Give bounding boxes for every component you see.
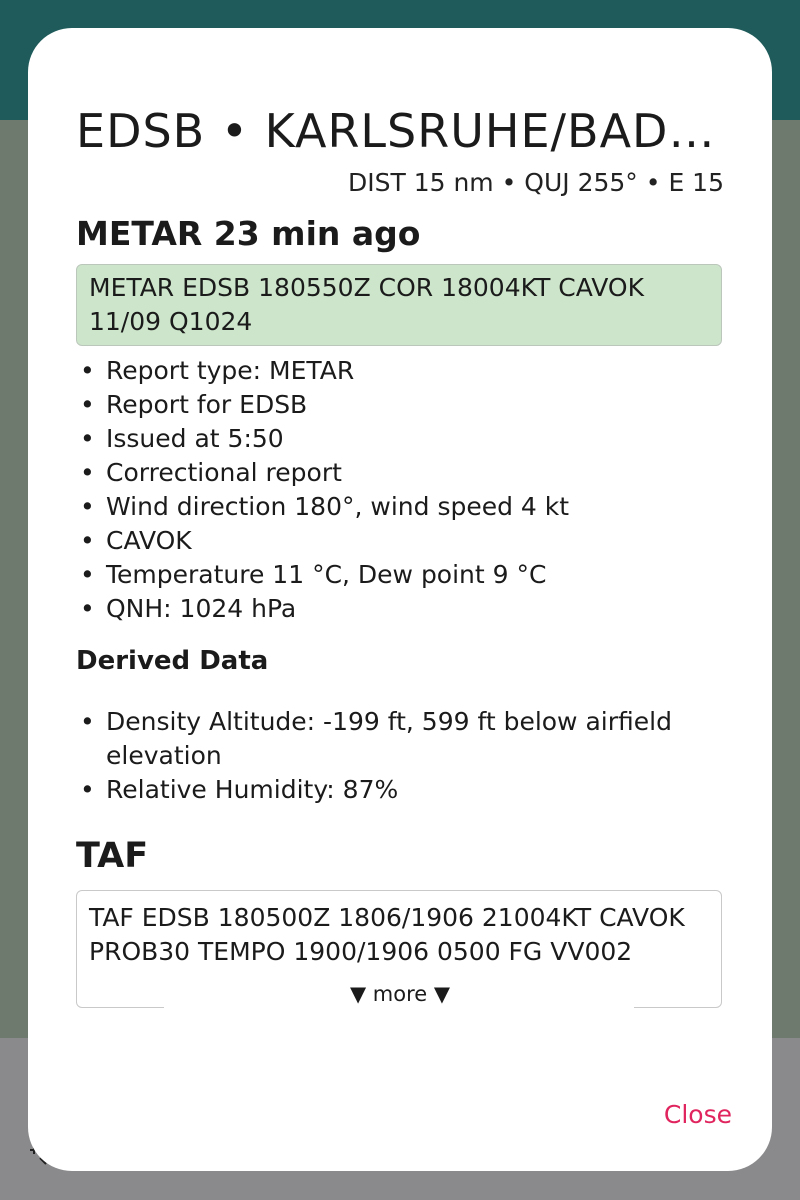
list-item: QNH: 1024 hPa xyxy=(76,592,736,626)
close-button[interactable]: Close xyxy=(664,1100,732,1129)
list-item: Report type: METAR xyxy=(76,354,736,388)
list-item: Relative Humidity: 87% xyxy=(76,773,736,807)
derived-data-list: Density Altitude: -199 ft, 599 ft below … xyxy=(76,705,736,807)
list-item: Temperature 11 °C, Dew point 9 °C xyxy=(76,558,736,592)
taf-more-toggle[interactable]: ▼ more ▼ xyxy=(28,982,772,1006)
list-item: Issued at 5:50 xyxy=(76,422,736,456)
metar-decoded-list: Report type: METAR Report for EDSB Issue… xyxy=(76,354,736,626)
metar-heading: METAR 23 min ago xyxy=(76,214,421,253)
airfield-dialog: EDSB • KARLSRUHE/BADEN-BADEN DIST 15 nm … xyxy=(28,28,772,1171)
taf-heading: TAF xyxy=(76,836,149,876)
list-item: Correctional report xyxy=(76,456,736,490)
list-item: Density Altitude: -199 ft, 599 ft below … xyxy=(76,705,736,773)
metar-raw-text: METAR EDSB 180550Z COR 18004KT CAVOK 11/… xyxy=(76,264,722,346)
derived-data-heading: Derived Data xyxy=(76,646,269,676)
dialog-title: EDSB • KARLSRUHE/BADEN-BADEN xyxy=(76,104,726,158)
list-item: CAVOK xyxy=(76,524,736,558)
list-item: Report for EDSB xyxy=(76,388,736,422)
list-item: Wind direction 180°, wind speed 4 kt xyxy=(76,490,736,524)
distance-bearing-elevation: DIST 15 nm • QUJ 255° • E 15 xyxy=(347,168,724,197)
